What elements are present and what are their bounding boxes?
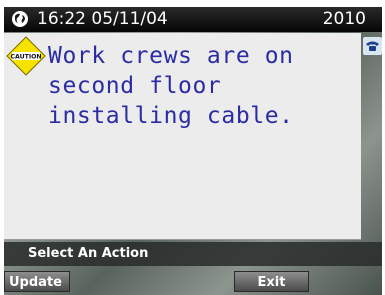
phone-icon[interactable] <box>363 37 382 55</box>
phone-display: 16:22 05/11/04 2010 CAUTION Work crews a… <box>4 7 382 295</box>
status-bar: 16:22 05/11/04 2010 <box>4 7 382 32</box>
message-text: Work crews are on second floor installin… <box>48 43 294 129</box>
globe-icon <box>12 11 28 27</box>
phone-screen: 16:22 05/11/04 2010 CAUTION Work crews a… <box>0 0 385 295</box>
select-action-label: Select An Action <box>28 246 149 261</box>
status-datetime: 16:22 05/11/04 <box>37 9 168 29</box>
action-bar: Select An Action <box>4 242 382 266</box>
softkey-bar: Update Exit <box>4 268 382 295</box>
message-panel: CAUTION Work crews are on second floor i… <box>4 33 361 240</box>
caution-icon: CAUTION <box>6 36 46 76</box>
update-softkey[interactable]: Update <box>4 271 70 292</box>
exit-softkey[interactable]: Exit <box>234 271 309 292</box>
phone-extension: 2010 <box>322 9 366 29</box>
caution-icon-label: CAUTION <box>10 53 41 60</box>
